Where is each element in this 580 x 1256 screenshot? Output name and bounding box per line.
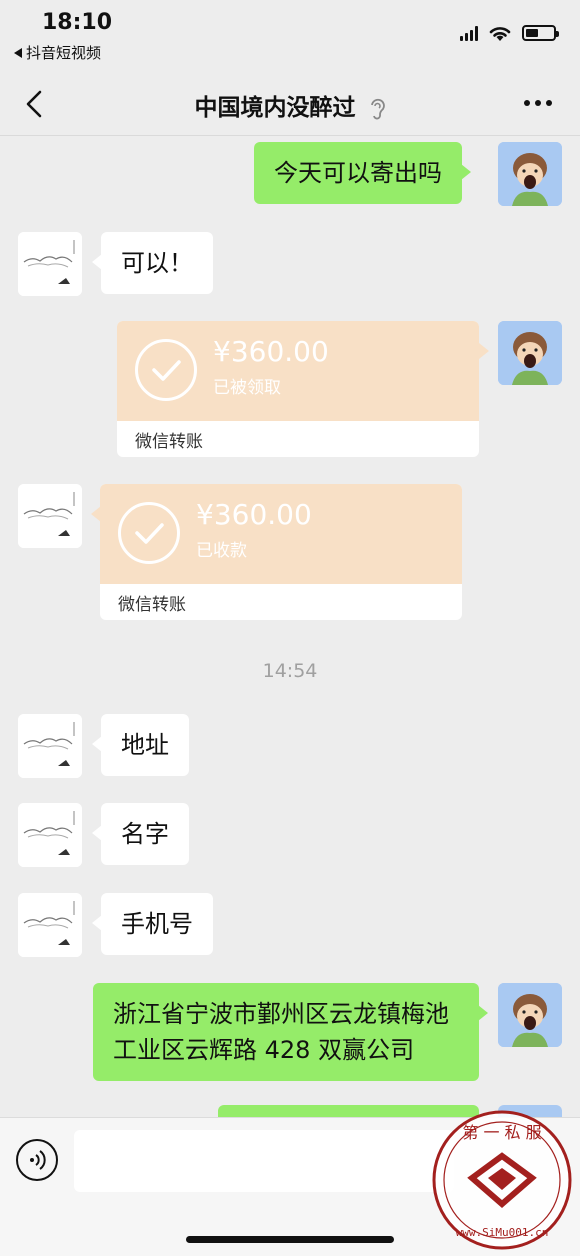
message-bubble-received[interactable]: 可以！ bbox=[92, 232, 213, 294]
avatar-me-image bbox=[498, 321, 562, 385]
back-to-app-link[interactable]: 抖音短视频 bbox=[14, 42, 101, 63]
message-text: 地址 bbox=[121, 731, 169, 759]
avatar-other[interactable] bbox=[18, 893, 82, 957]
transfer-status: 已被领取 bbox=[213, 378, 281, 398]
more-icon[interactable] bbox=[524, 100, 552, 106]
transfer-label: 微信转账 bbox=[135, 432, 203, 452]
avatar-other-image bbox=[18, 714, 82, 778]
wechat-transfer-card[interactable]: ¥360.00 已收款 微信转账 bbox=[100, 484, 462, 620]
avatar-other-image bbox=[18, 893, 82, 957]
transfer-card-top: ¥360.00 已收款 bbox=[100, 484, 462, 584]
transfer-amount: ¥360.00 bbox=[196, 498, 312, 531]
svg-text:www.SiMu001.cn: www.SiMu001.cn bbox=[456, 1226, 549, 1239]
avatar-other-image bbox=[18, 232, 82, 296]
avatar-other-image bbox=[18, 484, 82, 548]
message-bubble-received[interactable]: 名字 bbox=[92, 803, 189, 865]
check-icon bbox=[118, 502, 180, 564]
message-bubble-sent[interactable]: 今天可以寄出吗 bbox=[254, 142, 471, 204]
transfer-card-top: ¥360.00 已被领取 bbox=[117, 321, 479, 421]
transfer-amount: ¥360.00 bbox=[213, 335, 329, 368]
avatar-me[interactable] bbox=[498, 983, 562, 1047]
message-input[interactable] bbox=[74, 1130, 454, 1192]
signal-icon bbox=[460, 25, 478, 41]
message-bubble-sent[interactable]: 浙江省宁波市鄞州区云龙镇梅池工业区云辉路 428 双赢公司 bbox=[93, 983, 488, 1081]
avatar-other[interactable] bbox=[18, 714, 82, 778]
ear-icon bbox=[370, 98, 385, 119]
message-bubble-received[interactable]: 手机号 bbox=[92, 893, 213, 955]
chat-title-text: 中国境内没醉过 bbox=[194, 95, 356, 121]
chat-title: 中国境内没醉过 bbox=[0, 88, 580, 122]
message-text: 手机号 bbox=[121, 910, 193, 938]
message-text: 可以！ bbox=[121, 249, 193, 277]
avatar-other[interactable] bbox=[18, 232, 82, 296]
wechat-transfer-card[interactable]: ¥360.00 已被领取 微信转账 bbox=[117, 321, 479, 457]
bubble-tail bbox=[479, 343, 489, 359]
back-app-label: 抖音短视频 bbox=[26, 44, 102, 62]
transfer-status: 已收款 bbox=[196, 541, 247, 561]
check-icon bbox=[135, 339, 197, 401]
status-icons bbox=[460, 24, 559, 42]
avatar-me-image bbox=[498, 983, 562, 1047]
wifi-icon bbox=[489, 27, 511, 41]
message-text: 今天可以寄出吗 bbox=[274, 159, 442, 187]
avatar-other-image bbox=[18, 803, 82, 867]
message-text: 浙江省宁波市鄞州区云龙镇梅池工业区云辉路 428 双赢公司 bbox=[113, 1000, 449, 1064]
voice-icon[interactable] bbox=[16, 1139, 58, 1181]
avatar-other[interactable] bbox=[18, 803, 82, 867]
back-triangle-icon bbox=[14, 47, 22, 58]
status-time: 18:10 bbox=[42, 10, 113, 35]
chat-header: 中国境内没醉过 bbox=[0, 72, 580, 136]
watermark-seal: 第 一 私 服 www.SiMu001.cn bbox=[432, 1110, 572, 1250]
battery-icon bbox=[522, 25, 559, 41]
home-indicator bbox=[186, 1236, 394, 1243]
time-divider: 14:54 bbox=[262, 660, 318, 682]
svg-text:第 一 私 服: 第 一 私 服 bbox=[462, 1123, 541, 1142]
message-text: 名字 bbox=[121, 820, 169, 848]
avatar-other[interactable] bbox=[18, 484, 82, 548]
message-bubble-received[interactable]: 地址 bbox=[92, 714, 189, 776]
avatar-me[interactable] bbox=[498, 321, 562, 385]
avatar-me-image bbox=[498, 142, 562, 206]
avatar-me[interactable] bbox=[498, 142, 562, 206]
status-bar: 18:10 抖音短视频 bbox=[0, 0, 580, 72]
transfer-label: 微信转账 bbox=[118, 595, 186, 615]
